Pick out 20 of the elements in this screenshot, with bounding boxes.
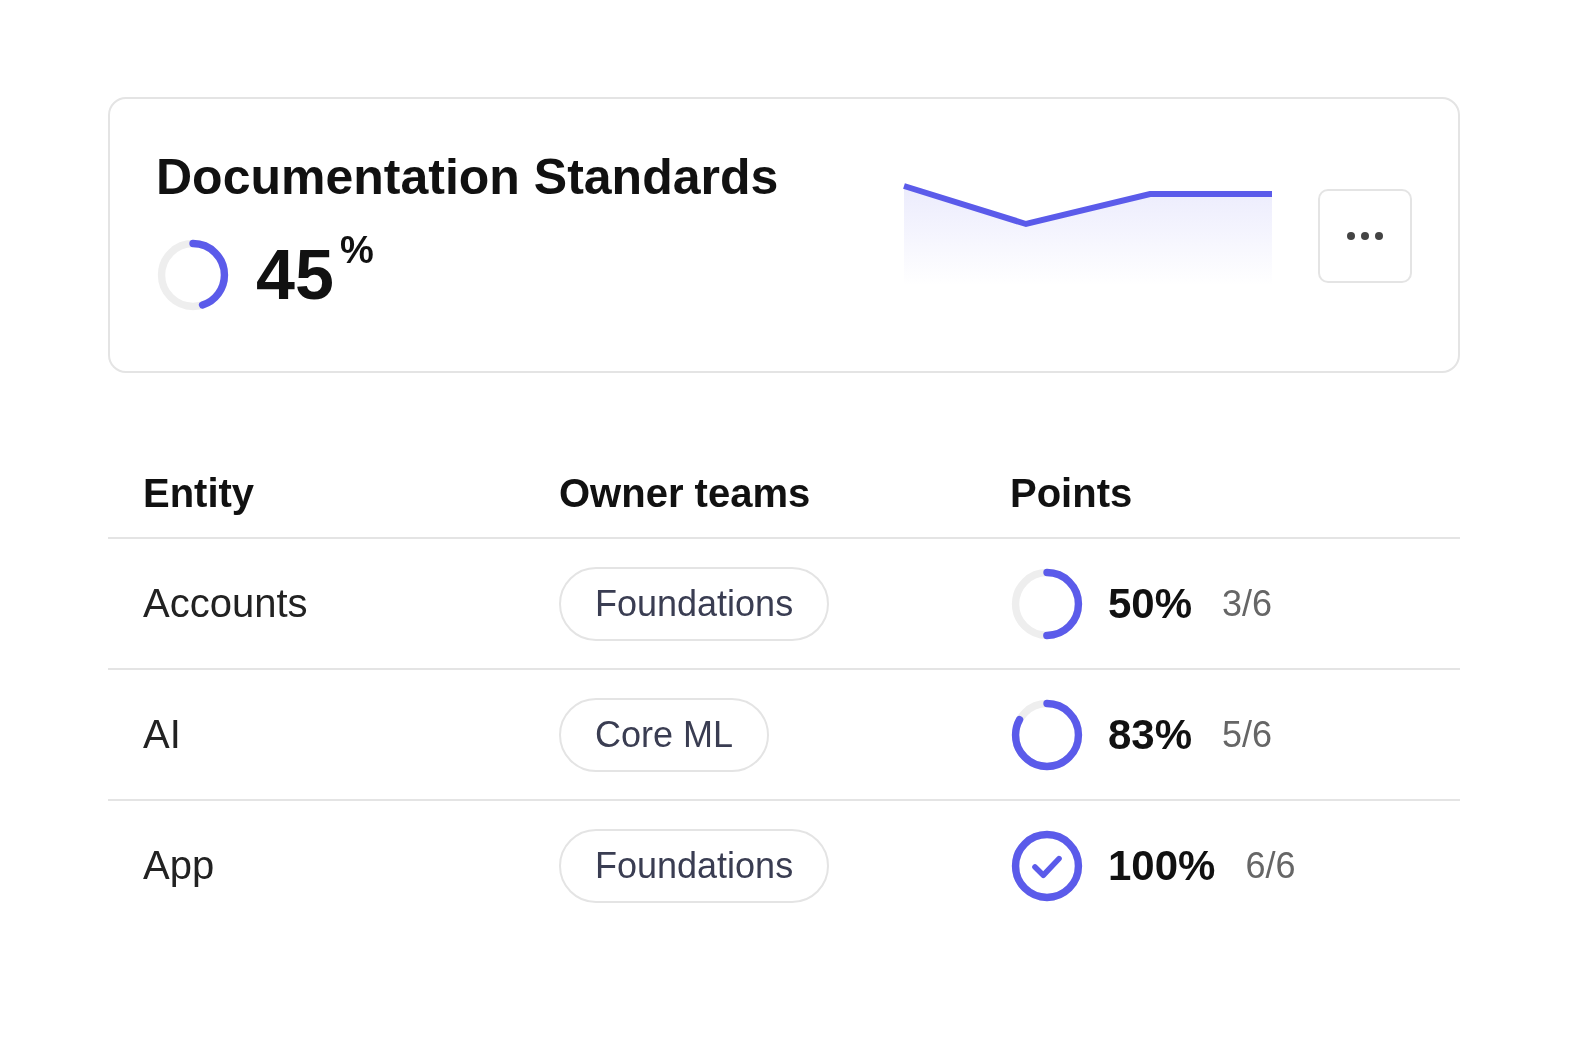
percent-value: 50% [1108,579,1193,628]
entity-name: App [143,843,216,888]
more-options-button[interactable] [1318,189,1412,283]
team-tag: Core ML [559,697,770,772]
column-header: Entity [143,470,256,516]
more-icon [1345,231,1385,241]
points-fraction: 3/6 [1222,582,1273,625]
entity-name: Accounts [143,581,309,626]
column-header: Points [1010,470,1134,516]
team-tag: Foundations [559,566,830,641]
score-value: 45 [256,238,334,312]
percent-value: 83% [1108,710,1193,759]
points-fraction: 5/6 [1222,713,1273,756]
column-header: Owner teams [559,470,812,516]
score-unit: % [339,230,374,270]
card-title: Documentation Standards [156,148,780,206]
points-fraction: 6/6 [1245,844,1296,887]
percent-value: 100% [1108,841,1216,890]
entity-name: AI [143,712,182,757]
team-tag: Foundations [559,828,830,903]
